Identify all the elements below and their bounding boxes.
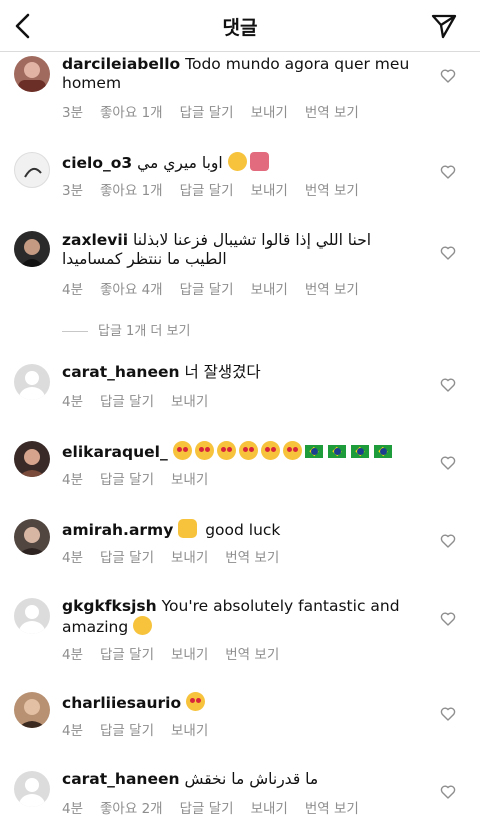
comment-time: 3분 bbox=[62, 183, 84, 199]
brazil-flag-icon bbox=[373, 445, 392, 458]
reply-button[interactable]: 답글 달기 bbox=[180, 801, 234, 816]
avatar[interactable] bbox=[14, 519, 50, 555]
comment-username[interactable]: charliiesaurio bbox=[62, 694, 181, 712]
comment-meta: 4분 좋아요 2개 답글 달기 보내기 번역 보기 bbox=[62, 797, 376, 816]
comment-text: good luck bbox=[205, 521, 281, 539]
view-more-replies[interactable]: 답글 1개 더 보기 bbox=[62, 320, 190, 339]
avatar[interactable] bbox=[14, 231, 50, 267]
comment-meta: 4분 답글 달기 보내기 번역 보기 bbox=[62, 643, 296, 663]
heart-eyes-emoji-icon bbox=[260, 441, 280, 460]
heart-eyes-emoji-icon bbox=[238, 441, 258, 460]
page-title: 댓글 bbox=[222, 17, 258, 39]
comment-meta: 3분 좋아요 1개 답글 달기 보내기 번역 보기 bbox=[62, 179, 376, 199]
send-button[interactable]: 보내기 bbox=[171, 550, 208, 566]
comment-time: 4분 bbox=[62, 647, 84, 663]
comment-username[interactable]: gkgkfksjsh bbox=[62, 597, 157, 615]
heart-icon[interactable] bbox=[440, 245, 456, 261]
heart-icon[interactable] bbox=[440, 533, 456, 549]
heart-eyes-emoji-icon bbox=[186, 692, 206, 711]
heart-icon[interactable] bbox=[440, 455, 456, 471]
comment-text: 너 잘생겼다 bbox=[184, 363, 261, 381]
brazil-flag-icon bbox=[304, 445, 323, 458]
translate-button[interactable]: 번역 보기 bbox=[305, 282, 359, 298]
heart-arrow-emoji-icon bbox=[249, 152, 269, 171]
view-more-replies-label: 답글 1개 더 보기 bbox=[98, 324, 191, 339]
translate-button[interactable]: 번역 보기 bbox=[305, 183, 359, 199]
reply-button[interactable]: 답글 달기 bbox=[100, 550, 154, 566]
heart-eyes-emoji-icon bbox=[194, 441, 214, 460]
likes-count[interactable]: 좋아요 2개 bbox=[100, 801, 163, 816]
avatar[interactable] bbox=[14, 692, 50, 728]
comment-text: اوبا ميري مي bbox=[137, 154, 223, 172]
comment-username[interactable]: cielo_o3 bbox=[62, 154, 132, 172]
reply-button[interactable]: 답글 달기 bbox=[100, 394, 154, 410]
avatar[interactable] bbox=[14, 771, 50, 807]
pleading-face-emoji-icon bbox=[133, 616, 153, 635]
send-button[interactable]: 보내기 bbox=[251, 105, 288, 121]
relieved-face-emoji-icon bbox=[227, 152, 247, 171]
heart-icon[interactable] bbox=[440, 164, 456, 180]
reply-button[interactable]: 답글 달기 bbox=[180, 183, 234, 199]
reply-button[interactable]: 답글 달기 bbox=[100, 472, 154, 488]
comment-username[interactable]: zaxlevii bbox=[62, 231, 128, 249]
heart-icon[interactable] bbox=[440, 611, 456, 627]
avatar[interactable] bbox=[14, 56, 50, 92]
heart-eyes-emoji-icon bbox=[282, 441, 302, 460]
avatar[interactable] bbox=[14, 441, 50, 477]
comment-username[interactable]: amirah.army bbox=[62, 521, 173, 539]
likes-count[interactable]: 좋아요 1개 bbox=[100, 105, 163, 121]
likes-count[interactable]: 좋아요 4개 bbox=[100, 282, 163, 298]
send-button[interactable]: 보내기 bbox=[171, 472, 208, 488]
comment-time: 4분 bbox=[62, 282, 84, 298]
brazil-flag-icon bbox=[350, 445, 369, 458]
comment-username[interactable]: carat_haneen bbox=[62, 363, 180, 381]
avatar[interactable] bbox=[14, 364, 50, 400]
translate-button[interactable]: 번역 보기 bbox=[225, 550, 279, 566]
send-button[interactable]: 보내기 bbox=[171, 723, 208, 739]
comment-meta: 4분 답글 달기 보내기 bbox=[62, 390, 225, 410]
send-button[interactable]: 보내기 bbox=[251, 801, 288, 816]
translate-button[interactable]: 번역 보기 bbox=[305, 801, 359, 816]
heart-eyes-emoji-icon bbox=[216, 441, 236, 460]
avatar[interactable] bbox=[14, 152, 50, 188]
reply-button[interactable]: 답글 달기 bbox=[180, 282, 234, 298]
send-button[interactable]: 보내기 bbox=[251, 183, 288, 199]
header: 댓글 bbox=[0, 0, 480, 52]
avatar[interactable] bbox=[14, 598, 50, 634]
comment-list: darcileiabello Todo mundo agora quer meu… bbox=[0, 52, 480, 816]
heart-eyes-emoji-icon bbox=[172, 441, 192, 460]
comment-time: 4분 bbox=[62, 394, 84, 410]
likes-count[interactable]: 좋아요 1개 bbox=[100, 183, 163, 199]
comment-time: 4분 bbox=[62, 801, 84, 816]
comment-username[interactable]: carat_haneen bbox=[62, 770, 180, 788]
comment-time: 3분 bbox=[62, 105, 84, 121]
translate-button[interactable]: 번역 보기 bbox=[305, 105, 359, 121]
comment-time: 4분 bbox=[62, 550, 84, 566]
comment-time: 4분 bbox=[62, 472, 84, 488]
reply-button[interactable]: 답글 달기 bbox=[180, 105, 234, 121]
clapping-hands-emoji-icon bbox=[178, 519, 198, 538]
comment-meta: 4분 답글 달기 보내기 번역 보기 bbox=[62, 546, 296, 566]
comment-time: 4분 bbox=[62, 723, 84, 739]
heart-icon[interactable] bbox=[440, 68, 456, 84]
comment-meta: 4분 좋아요 4개 답글 달기 보내기 번역 보기 bbox=[62, 278, 376, 298]
heart-icon[interactable] bbox=[440, 784, 456, 800]
comment-username[interactable]: darcileiabello bbox=[62, 55, 180, 73]
comment-meta: 4분 답글 달기 보내기 bbox=[62, 719, 225, 739]
translate-button[interactable]: 번역 보기 bbox=[225, 647, 279, 663]
brazil-flag-icon bbox=[327, 445, 346, 458]
heart-icon[interactable] bbox=[440, 706, 456, 722]
comment-meta: 4분 답글 달기 보내기 bbox=[62, 468, 225, 488]
heart-icon[interactable] bbox=[440, 377, 456, 393]
reply-button[interactable]: 답글 달기 bbox=[100, 647, 154, 663]
comment-meta: 3분 좋아요 1개 답글 달기 보내기 번역 보기 bbox=[62, 101, 376, 121]
comment-text: ما قدرناش ما نخقش bbox=[184, 770, 319, 788]
comment-username[interactable]: elikaraquel_ bbox=[62, 443, 168, 461]
send-icon[interactable] bbox=[430, 12, 458, 40]
reply-button[interactable]: 답글 달기 bbox=[100, 723, 154, 739]
send-button[interactable]: 보내기 bbox=[171, 647, 208, 663]
send-button[interactable]: 보내기 bbox=[171, 394, 208, 410]
divider bbox=[62, 331, 88, 332]
send-button[interactable]: 보내기 bbox=[251, 282, 288, 298]
